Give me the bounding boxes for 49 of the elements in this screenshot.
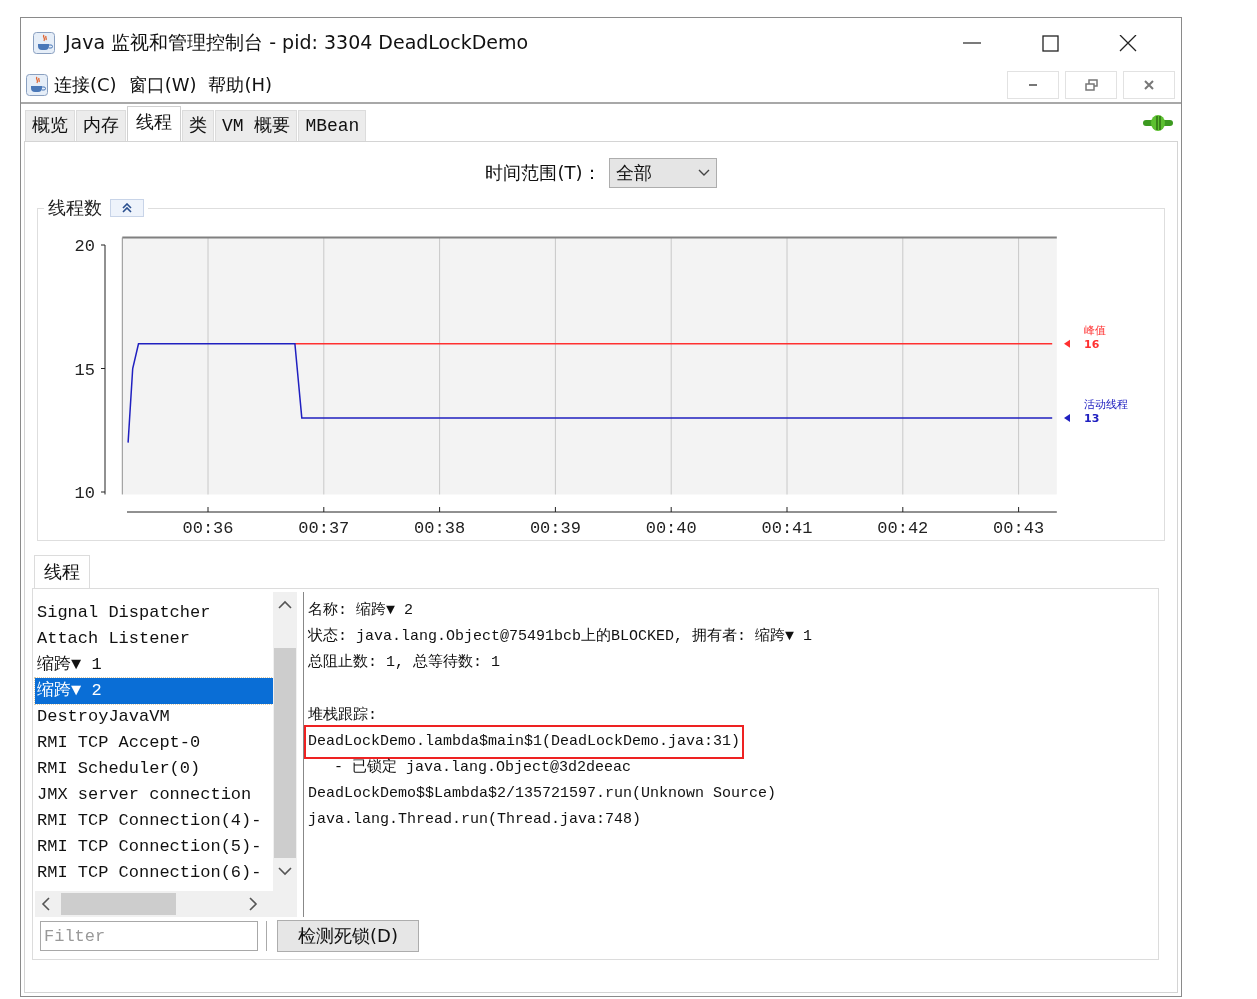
thread-list-item[interactable]: RMI TCP Connection(5)- <box>35 834 273 860</box>
thread-list-item[interactable]: JMX server connection <box>35 782 273 808</box>
thread-list-item[interactable]: RMI TCP Connection(4)- <box>35 808 273 834</box>
menu-item[interactable]: 帮助(H) <box>202 73 279 97</box>
thread-list-item[interactable]: RMI TCP Connection(6)- <box>35 860 273 886</box>
tick-label: 20 <box>74 237 95 256</box>
detail-text: 状态: java.lang.Object@75491bcb上的BLOCKED, 拥有者: 缩跨▼ 1 <box>308 626 814 647</box>
tick-label: 00:42 <box>877 519 929 538</box>
tick-label: 00:39 <box>529 519 581 538</box>
lock-info: - 已锁定 java.lang.Object@3d2deeac <box>334 759 632 776</box>
tick-label: 00:41 <box>761 519 813 538</box>
tab[interactable]: 线程 <box>34 555 90 588</box>
detect-deadlock-button[interactable]: 检测死锁(D) <box>277 920 419 952</box>
thread-list-item[interactable]: 缩跨▼ 2 <box>35 678 273 704</box>
tab[interactable]: 线程 <box>127 106 181 141</box>
thread-list-item[interactable]: RMI Scheduler(0) <box>35 756 273 782</box>
filter-field[interactable]: Filter <box>40 921 258 951</box>
menu-item[interactable]: 连接(C) <box>48 73 123 97</box>
thread-list-item[interactable]: Attach Listener <box>35 626 273 652</box>
tick-label: 00:40 <box>645 519 697 538</box>
time-range-label: 时间范围(T)： <box>485 161 601 185</box>
thread-list-item[interactable]: 缩跨▼ 1 <box>35 652 273 678</box>
stack-frame: java.lang.Thread.run(Thread.java:748) <box>308 811 642 828</box>
legend-label: 峰值 <box>1084 323 1106 337</box>
tick-label: 15 <box>74 360 95 380</box>
tick-label: 10 <box>74 484 95 503</box>
tab[interactable]: 概览 <box>25 110 75 141</box>
tab[interactable]: MBean <box>298 110 367 141</box>
legend-value: 13 <box>1084 411 1100 425</box>
time-range-dropdown[interactable]: 全部 <box>608 158 717 188</box>
window-title: Java 监视和管理控制台 - pid: 3304 DeadLockDemo <box>65 30 530 55</box>
tick-label: 00:43 <box>993 519 1045 538</box>
tick-label: 00:38 <box>414 519 466 538</box>
tab[interactable]: 内存 <box>76 110 126 141</box>
tick-label: 00:37 <box>298 519 350 538</box>
tick-label: 00:36 <box>182 519 234 538</box>
legend-value: 16 <box>1084 337 1100 351</box>
thread-list-item[interactable]: RMI TCP Accept-0 <box>35 730 273 756</box>
detail-text: 总阻止数: 1, 总等待数: 1 <box>308 652 501 673</box>
legend-label: 活动线程 <box>1084 397 1128 411</box>
chart-title: 线程数 <box>48 196 102 220</box>
thread-list-item[interactable]: DestroyJavaVM <box>35 704 273 730</box>
section-label: 堆栈跟踪: <box>308 705 378 726</box>
tab[interactable]: 类 <box>182 110 214 141</box>
menu-item[interactable]: 窗口(W) <box>122 73 203 97</box>
stack-frame: DeadLockDemo$$Lambda$2/135721597.run(Unknown Source) <box>308 785 777 802</box>
tab[interactable]: VM 概要 <box>215 110 298 141</box>
detail-text: 名称: 缩跨▼ 2 <box>308 601 414 621</box>
thread-list-item[interactable]: Signal Dispatcher <box>35 600 273 626</box>
